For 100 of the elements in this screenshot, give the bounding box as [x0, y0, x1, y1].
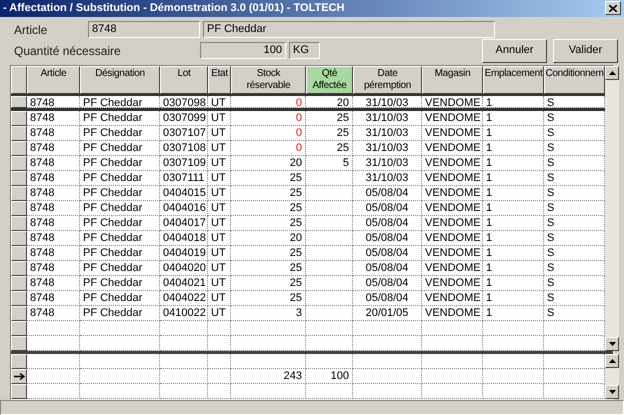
row-header[interactable] [11, 368, 27, 384]
column-header[interactable]: Qté Affectée [306, 66, 353, 94]
table-cell: UT [208, 170, 231, 186]
column-header[interactable]: Lot [160, 66, 208, 94]
table-cell: S [544, 276, 605, 290]
row-header[interactable] [11, 170, 27, 186]
row-header[interactable] [11, 186, 27, 200]
column-header[interactable]: Emplacement [483, 66, 544, 94]
row-header[interactable] [11, 246, 27, 260]
table-cell [306, 306, 353, 320]
table-cell [422, 368, 483, 384]
table-cell: S [544, 110, 605, 126]
row-header[interactable] [11, 110, 27, 126]
table-cell: 1 [483, 200, 544, 216]
table-cell: 8748 [27, 96, 80, 108]
cancel-button[interactable]: Annuler [482, 38, 547, 62]
table-cell: 05/08/04 [353, 230, 422, 246]
table-cell: PF Cheddar [80, 246, 160, 260]
column-header[interactable]: Article [27, 66, 80, 94]
row-header[interactable] [11, 230, 27, 246]
table-cell: 243 [231, 368, 306, 384]
table-cell: 0404018 [160, 230, 208, 246]
table-cell [27, 336, 80, 350]
table-cell [353, 320, 422, 336]
table-cell: VENDOME [422, 230, 483, 246]
table-cell: S [544, 246, 605, 260]
row-header[interactable] [11, 200, 27, 216]
row-header[interactable] [11, 276, 27, 290]
down-arrow-icon [608, 390, 616, 394]
row-header[interactable] [11, 320, 27, 336]
window-title: - Affectation / Substitution - Démonstration 3.0 (01/01) - TOLTECH [3, 1, 344, 16]
table-cell [544, 368, 605, 384]
table-cell: VENDOME [422, 260, 483, 276]
table-cell [422, 336, 483, 350]
validate-button[interactable]: Valider [553, 38, 618, 62]
table-cell: 0 [231, 96, 306, 108]
table-cell: S [544, 96, 605, 108]
table-cell: S [544, 290, 605, 306]
row-header[interactable] [11, 216, 27, 230]
row-header[interactable] [11, 336, 27, 350]
table-cell: 20/01/05 [353, 306, 422, 320]
table-cell: 1 [483, 216, 544, 230]
table-cell [544, 354, 605, 368]
table-cell [306, 320, 353, 336]
article-code-field[interactable]: 8748 [88, 21, 200, 38]
row-header[interactable] [11, 384, 27, 398]
column-header[interactable]: Désignation [80, 66, 160, 94]
row-header[interactable] [11, 290, 27, 306]
row-header[interactable] [11, 156, 27, 170]
scroll-down-button[interactable] [605, 336, 619, 350]
table-cell: PF Cheddar [80, 170, 160, 186]
column-header[interactable]: Stock réservable [231, 66, 306, 94]
close-button[interactable] [605, 1, 621, 16]
scroll-up-button[interactable] [605, 354, 619, 368]
row-header[interactable] [11, 306, 27, 320]
scroll-down-button[interactable] [605, 384, 619, 398]
row-header[interactable] [11, 140, 27, 156]
table-cell: S [544, 186, 605, 200]
row-header[interactable] [11, 96, 27, 108]
table-cell [208, 336, 231, 350]
scrollbar[interactable] [605, 66, 619, 350]
table-cell: S [544, 260, 605, 276]
table-cell: VENDOME [422, 276, 483, 290]
row-header[interactable] [11, 354, 27, 368]
table-cell: 0307109 [160, 156, 208, 170]
unit-field[interactable]: KG [289, 42, 320, 59]
table-cell: 1 [483, 260, 544, 276]
column-header[interactable]: Conditionnem [544, 66, 605, 94]
quantity-field[interactable]: 100 [200, 42, 286, 59]
table-cell [422, 354, 483, 368]
table-cell: PF Cheddar [80, 306, 160, 320]
article-name-field[interactable]: PF Cheddar [203, 21, 495, 38]
row-header[interactable] [11, 126, 27, 140]
table-cell: PF Cheddar [80, 290, 160, 306]
column-header[interactable]: Date péremption [353, 66, 422, 94]
table-cell: 31/10/03 [353, 170, 422, 186]
table-cell: S [544, 170, 605, 186]
row-header[interactable] [11, 260, 27, 276]
table-cell: 0404020 [160, 260, 208, 276]
column-header[interactable]: Etat [208, 66, 231, 94]
scrollbar[interactable] [605, 354, 619, 398]
table-cell: 0404022 [160, 290, 208, 306]
table-cell: 8748 [27, 216, 80, 230]
table-cell: 20 [231, 156, 306, 170]
table-cell [306, 260, 353, 276]
column-header[interactable]: Magasin [422, 66, 483, 94]
table-cell: 8748 [27, 140, 80, 156]
table-cell: 8748 [27, 126, 80, 140]
table-cell: VENDOME [422, 216, 483, 230]
table-cell: S [544, 216, 605, 230]
table-cell [27, 320, 80, 336]
table-cell: UT [208, 216, 231, 230]
table-cell: 20 [306, 96, 353, 108]
table-cell [160, 368, 208, 384]
table-cell: UT [208, 260, 231, 276]
table-cell: 05/08/04 [353, 216, 422, 230]
table-cell [306, 354, 353, 368]
scroll-up-button[interactable] [605, 66, 619, 80]
table-cell: 0404019 [160, 246, 208, 260]
table-cell: 5 [306, 156, 353, 170]
